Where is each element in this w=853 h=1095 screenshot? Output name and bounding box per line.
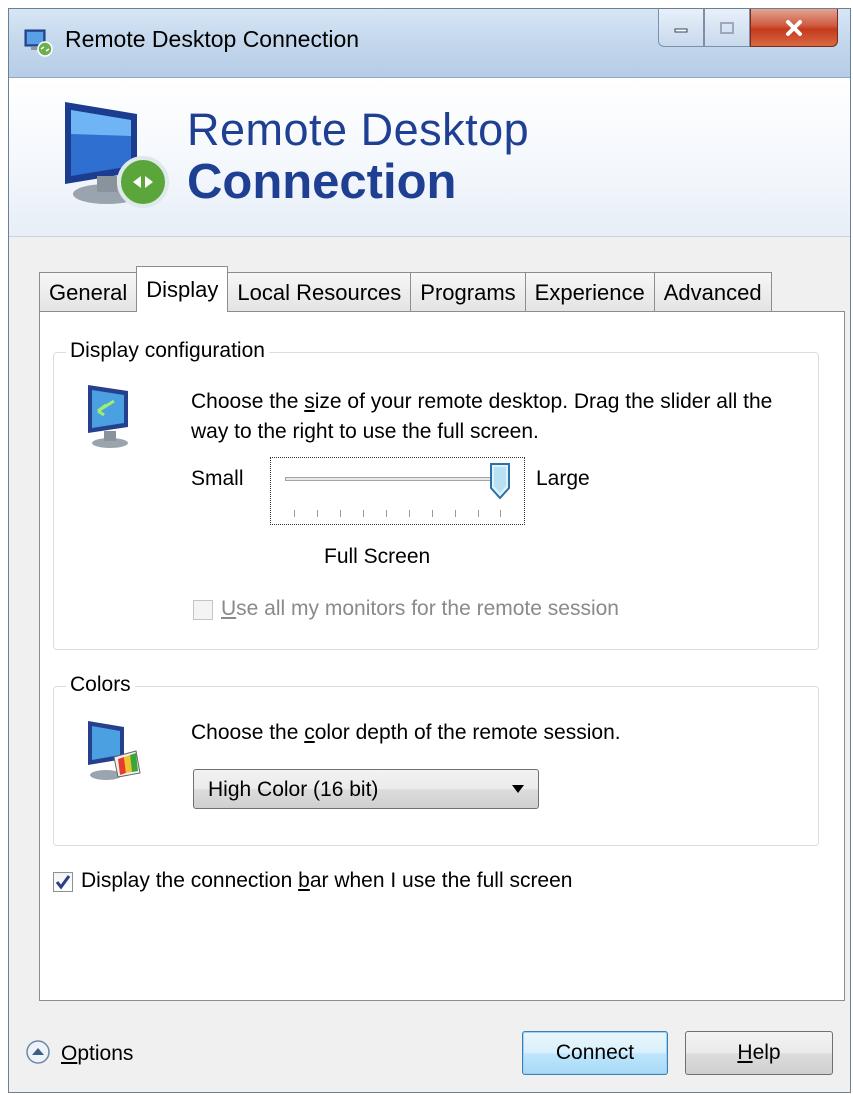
remote-desktop-monitor-icon	[65, 102, 169, 208]
slider-tick	[386, 510, 387, 517]
slider-value-label: Full Screen	[324, 545, 431, 568]
options-link[interactable]: Options	[61, 1042, 133, 1066]
display-configuration-group: Display configuration Choose the size of…	[53, 339, 819, 650]
connection-bar-checkbox[interactable]	[53, 872, 73, 892]
slider-tick	[409, 510, 410, 517]
minimize-icon	[674, 28, 688, 32]
color-palette-monitor-icon	[88, 721, 141, 780]
tab-experience[interactable]: Experience	[524, 272, 655, 312]
slider-tick	[340, 510, 341, 517]
tab-programs[interactable]: Programs	[410, 272, 526, 312]
header-banner: Remote Desktop Connection	[9, 78, 850, 237]
slider-tick	[317, 510, 318, 517]
use-all-monitors-label: Use all my monitors for the remote sessi…	[221, 597, 619, 620]
close-icon	[786, 19, 802, 36]
title-bar[interactable]: Remote Desktop Connection	[9, 9, 850, 78]
minimize-button[interactable]	[658, 9, 704, 47]
slider-tick	[500, 510, 501, 517]
tab-strip: General Display Local Resources Programs…	[39, 266, 772, 312]
maximize-button[interactable]	[704, 9, 750, 47]
color-depth-select[interactable]: High Color (16 bit)	[193, 769, 539, 809]
tab-display[interactable]: Display	[136, 266, 229, 312]
remote-desktop-window: Remote Desktop Connection Remote Desktop…	[8, 8, 851, 1093]
checkmark-icon	[55, 875, 71, 890]
slider-tick	[455, 510, 456, 517]
connection-bar-label: Display the connection bar when I use th…	[81, 869, 573, 892]
dialog-footer: Options Connect Help	[9, 1009, 850, 1092]
slider-track	[285, 477, 507, 481]
display-size-description: Choose the size of your remote desktop. …	[191, 390, 773, 443]
header-title-line1: Remote Desktop	[187, 104, 530, 155]
help-button[interactable]: Help	[685, 1031, 833, 1075]
tab-advanced[interactable]: Advanced	[653, 272, 772, 312]
color-depth-description: Choose the color depth of the remote ses…	[191, 721, 621, 744]
display-configuration-title: Display configuration	[66, 339, 269, 363]
color-depth-selected-value: High Color (16 bit)	[208, 778, 379, 801]
remote-desktop-app-icon	[24, 29, 53, 57]
slider-tick	[478, 510, 479, 517]
slider-tick	[294, 510, 295, 517]
display-monitor-icon	[88, 385, 128, 448]
tab-general[interactable]: General	[39, 272, 138, 312]
colors-group: Colors Choose the color depth of the rem…	[53, 673, 819, 846]
options-expand-icon[interactable]	[25, 1039, 51, 1065]
display-size-slider[interactable]	[270, 457, 525, 525]
colors-group-title: Colors	[66, 673, 135, 697]
slider-thumb[interactable]	[489, 462, 511, 500]
maximize-icon	[720, 21, 734, 34]
header-title-line2: Connection	[187, 155, 457, 209]
use-all-monitors-checkbox[interactable]	[193, 600, 213, 620]
tab-local-resources[interactable]: Local Resources	[227, 272, 412, 312]
window-title: Remote Desktop Connection	[65, 26, 360, 52]
slider-tick	[432, 510, 433, 517]
close-button[interactable]	[750, 9, 838, 47]
chevron-down-icon	[512, 785, 524, 793]
slider-tick	[363, 510, 364, 517]
slider-min-label: Small	[191, 467, 244, 490]
connect-button[interactable]: Connect	[522, 1031, 668, 1075]
slider-max-label: Large	[536, 467, 590, 490]
window-controls	[658, 9, 838, 47]
display-tab-panel: Display configuration Choose the size of…	[39, 311, 845, 1001]
